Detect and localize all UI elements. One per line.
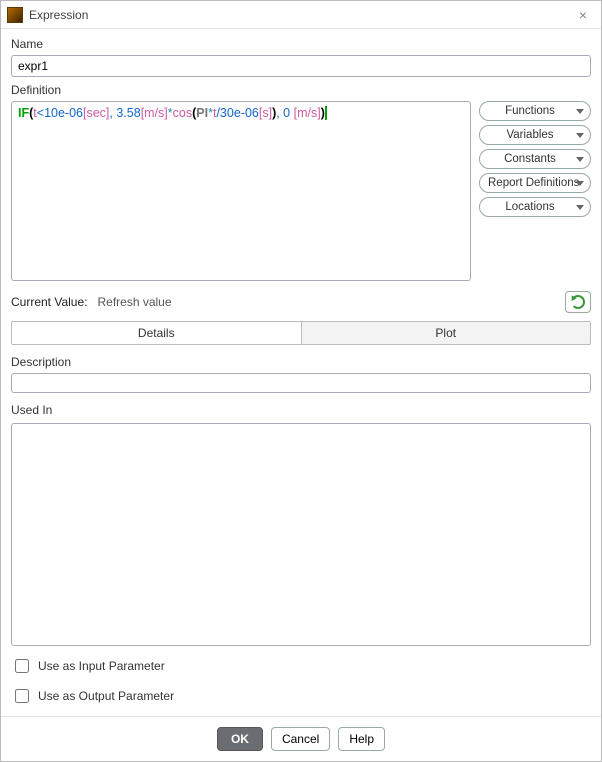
use-as-output-checkbox[interactable] [15,689,29,703]
definition-token: [s] [259,106,272,120]
use-as-output-row[interactable]: Use as Output Parameter [11,686,591,706]
dialog-content: Name Definition IF(t<10e-06[sec], 3.58[m… [1,29,601,716]
dialog-footer: OK Cancel Help [1,716,601,761]
cancel-button[interactable]: Cancel [271,727,330,751]
refresh-value-button[interactable] [565,291,591,313]
description-input[interactable] [11,373,591,393]
definition-token: IF [18,106,29,120]
tab-details[interactable]: Details [12,322,301,344]
use-as-output-label: Use as Output Parameter [38,689,174,703]
tabs: Details Plot [11,321,591,345]
ok-button[interactable]: OK [217,727,263,751]
definition-token: cos [173,106,192,120]
help-button[interactable]: Help [338,727,385,751]
definition-token [325,106,327,120]
insert-locations-dropdown[interactable]: Locations [479,197,591,217]
window-title: Expression [29,8,571,22]
insert-functions-dropdown[interactable]: Functions [479,101,591,121]
used-in-label: Used In [11,403,591,417]
tab-plot[interactable]: Plot [301,322,591,344]
definition-token: , 0 [276,106,293,120]
definition-token: , 3.58 [109,106,140,120]
name-label: Name [11,37,591,51]
definition-token: PI [196,106,208,120]
definition-token: /30e-06 [216,106,258,120]
use-as-input-label: Use as Input Parameter [38,659,165,673]
insert-buttons-panel: Functions Variables Constants Report Defini… [479,101,591,217]
insert-report-definitions-dropdown[interactable]: Report Definitions [479,173,591,193]
definition-token: [sec] [83,106,109,120]
current-value-label: Current Value: [11,295,87,309]
definition-token: [m/s] [141,106,168,120]
use-as-input-row[interactable]: Use as Input Parameter [11,656,591,676]
definition-row: IF(t<10e-06[sec], 3.58[m/s]*cos(PI*t/30e… [11,101,591,281]
insert-variables-dropdown[interactable]: Variables [479,125,591,145]
definition-label: Definition [11,83,591,97]
definition-editor[interactable]: IF(t<10e-06[sec], 3.58[m/s]*cos(PI*t/30e… [11,101,471,281]
app-icon [7,7,23,23]
expression-dialog: Expression × Name Definition IF(t<10e-06… [0,0,602,762]
close-icon[interactable]: × [571,7,595,23]
use-as-input-checkbox[interactable] [15,659,29,673]
name-input[interactable] [11,55,591,77]
current-value-row: Current Value: Refresh value [11,291,591,313]
description-label: Description [11,355,591,369]
insert-constants-dropdown[interactable]: Constants [479,149,591,169]
used-in-list[interactable] [11,423,591,646]
definition-token: <10e-06 [37,106,83,120]
current-value-text: Refresh value [97,295,555,309]
refresh-icon [571,295,585,309]
titlebar: Expression × [1,1,601,29]
definition-token: [m/s] [294,106,321,120]
